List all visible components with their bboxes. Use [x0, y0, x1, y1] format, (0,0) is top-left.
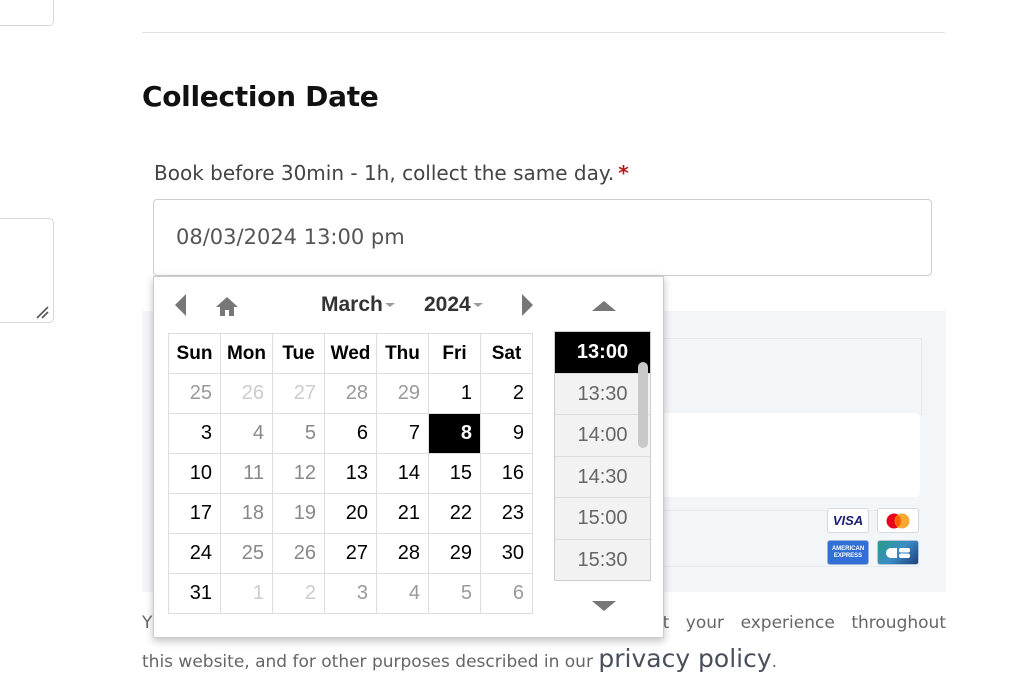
- calendar-day[interactable]: 1: [220, 573, 273, 614]
- calendar-day[interactable]: 6: [324, 413, 377, 454]
- time-option[interactable]: 14:30: [555, 457, 650, 498]
- visa-label: VISA: [832, 513, 864, 528]
- required-mark: *: [618, 161, 629, 185]
- calendar-week-row: 25 26 27 28 29 1 2: [168, 373, 533, 414]
- time-option[interactable]: 14:00: [555, 415, 650, 457]
- time-option[interactable]: 15:00: [555, 498, 650, 540]
- mastercard-circles: [886, 513, 910, 528]
- calendar-day[interactable]: 26: [272, 533, 325, 574]
- cb-logo: [886, 547, 910, 558]
- calendar-week-row: 24 25 26 27 28 29 30: [168, 533, 533, 574]
- calendar-day[interactable]: 3: [324, 573, 377, 614]
- calendar-day[interactable]: 1: [428, 373, 481, 414]
- calendar-day[interactable]: 11: [220, 453, 273, 494]
- amex-card-icon: AMERICAN EXPRESS: [827, 540, 869, 565]
- calendar-day[interactable]: 16: [480, 453, 533, 494]
- weekday-header: Tue: [272, 333, 325, 374]
- calendar-week-row: 3456789: [168, 413, 533, 454]
- calendar-day[interactable]: 14: [376, 453, 429, 494]
- calendar-day[interactable]: 4: [220, 413, 273, 454]
- weekday-header-row: Sun Mon Tue Wed Thu Fri Sat: [168, 333, 533, 374]
- left-input-field[interactable]: [0, 0, 54, 26]
- time-option[interactable]: 15:30: [555, 540, 650, 581]
- calendar-day[interactable]: 29: [428, 533, 481, 574]
- calendar-day[interactable]: 10: [168, 453, 221, 494]
- calendar-week-row: 10 11 12 13 14 15 16: [168, 453, 533, 494]
- privacy-policy-link[interactable]: privacy policy: [598, 644, 771, 673]
- calendar-day[interactable]: 3: [168, 413, 221, 454]
- calendar-day[interactable]: 25: [220, 533, 273, 574]
- weekday-header: Wed: [324, 333, 377, 374]
- calendar-day[interactable]: 13: [324, 453, 377, 494]
- weekday-header: Mon: [220, 333, 273, 374]
- time-scroll-up-icon[interactable]: [592, 301, 616, 311]
- resize-handle-icon[interactable]: [35, 305, 49, 319]
- month-caret-icon: [384, 303, 395, 308]
- year-select[interactable]: 2024: [424, 293, 483, 317]
- calendar-week-row: 17 18 19 20 21 22 23: [168, 493, 533, 534]
- calendar-day[interactable]: 22: [428, 493, 481, 534]
- calendar-day[interactable]: 19: [272, 493, 325, 534]
- calendar-day[interactable]: 15: [428, 453, 481, 494]
- time-scroll-down-icon[interactable]: [592, 601, 616, 611]
- calendar-body: 25 26 27 28 29 1 2 3 4 5 6 7 8 9 10 11 12 13 14 15 16 17 18 19 2…: [168, 373, 533, 614]
- weekday-header: Sun: [168, 333, 221, 374]
- calendar-day[interactable]: 17: [168, 493, 221, 534]
- calendar-day[interactable]: 2: [480, 373, 533, 414]
- time-list-scrollbar[interactable]: [638, 362, 648, 448]
- time-list[interactable]: 13:00 13:30 14:00 14:30 15:00 15:30: [554, 331, 651, 581]
- weekday-header: Thu: [376, 333, 429, 374]
- calendar-day[interactable]: 28: [324, 373, 377, 414]
- calendar-day[interactable]: 6: [480, 573, 533, 614]
- weekday-header: Sat: [480, 333, 533, 374]
- calendar-day[interactable]: 26: [220, 373, 273, 414]
- datetime-picker: March 2024 Sun Mon Tue Wed Thu Fri Sat 2…: [153, 276, 664, 638]
- amex-line2: EXPRESS: [833, 552, 863, 559]
- field-label-text: Book before 30min - 1h, collect the same…: [154, 161, 615, 185]
- calendar-day[interactable]: 20: [324, 493, 377, 534]
- calendar-day[interactable]: 21: [376, 493, 429, 534]
- calendar-day[interactable]: 25: [168, 373, 221, 414]
- calendar-day[interactable]: 27: [272, 373, 325, 414]
- calendar-day[interactable]: 27: [324, 533, 377, 574]
- consent-prefix: Y: [142, 613, 153, 633]
- next-month-arrow-icon[interactable]: [522, 294, 533, 316]
- calendar-day[interactable]: 28: [376, 533, 429, 574]
- calendar-day[interactable]: 23: [480, 493, 533, 534]
- month-label: March: [321, 293, 383, 316]
- section-divider: [142, 32, 945, 33]
- time-option-selected[interactable]: 13:00: [555, 332, 650, 374]
- calendar-week-row: 31 1 2 3 4 5 6: [168, 573, 533, 614]
- calendar-day[interactable]: 30: [480, 533, 533, 574]
- section-title: Collection Date: [142, 80, 379, 113]
- calendar-day[interactable]: 7: [376, 413, 429, 454]
- left-textarea[interactable]: [0, 218, 54, 323]
- amex-line1: AMERICAN: [831, 545, 865, 552]
- visa-card-icon: VISA: [827, 508, 869, 533]
- time-option[interactable]: 13:30: [555, 374, 650, 415]
- calendar-day[interactable]: 4: [376, 573, 429, 614]
- calendar-grid: Sun Mon Tue Wed Thu Fri Sat 25 26 27 28 29 1 2…: [168, 333, 533, 614]
- calendar-day[interactable]: 29: [376, 373, 429, 414]
- prev-month-arrow-icon[interactable]: [175, 294, 186, 316]
- month-select[interactable]: March: [321, 293, 395, 317]
- calendar-day[interactable]: 12: [272, 453, 325, 494]
- consent-suffix: .: [771, 652, 778, 672]
- mastercard-icon: [877, 508, 919, 533]
- year-label: 2024: [424, 293, 471, 316]
- field-label: Book before 30min - 1h, collect the same…: [154, 161, 629, 185]
- cb-card-icon: [877, 540, 919, 565]
- calendar-day[interactable]: 9: [480, 413, 533, 454]
- home-today-icon[interactable]: [214, 295, 240, 317]
- calendar-day[interactable]: 2: [272, 573, 325, 614]
- collection-date-input[interactable]: [153, 199, 932, 276]
- calendar-day-selected[interactable]: 8: [428, 413, 481, 454]
- calendar-day[interactable]: 5: [428, 573, 481, 614]
- calendar-day[interactable]: 18: [220, 493, 273, 534]
- calendar-day[interactable]: 24: [168, 533, 221, 574]
- year-caret-icon: [472, 303, 483, 308]
- weekday-header: Fri: [428, 333, 481, 374]
- calendar-day[interactable]: 31: [168, 573, 221, 614]
- calendar-day[interactable]: 5: [272, 413, 325, 454]
